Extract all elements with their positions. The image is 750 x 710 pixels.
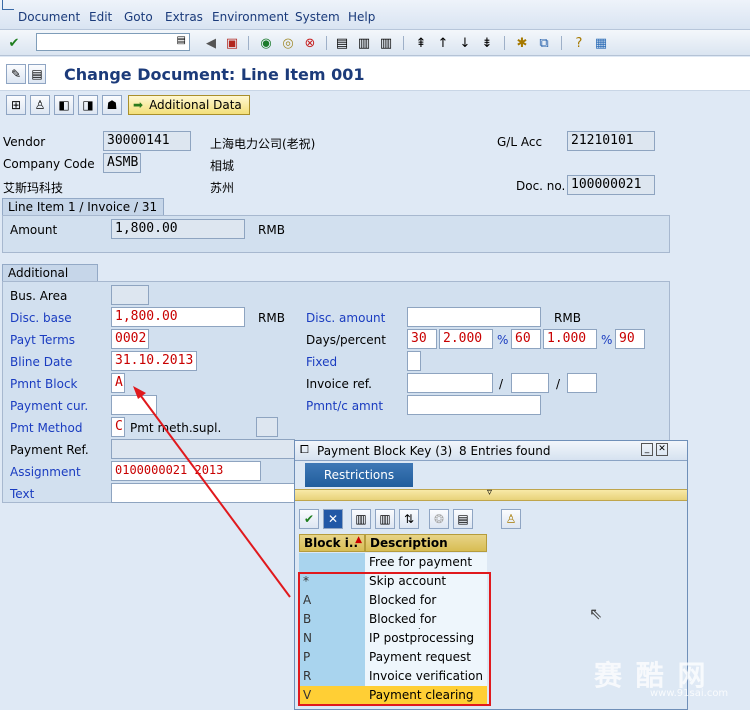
find-next-icon[interactable]: ▥: [375, 509, 395, 529]
list-item[interactable]: Free for payment: [299, 553, 487, 572]
popup-window-icon: ⧠: [300, 443, 309, 456]
column-header-block[interactable]: Block i.. ▲: [299, 534, 365, 552]
column-header-description[interactable]: Description: [365, 534, 487, 552]
collapse-icon[interactable]: ▿: [487, 487, 492, 498]
popup-title: Payment Block Key (3): [317, 444, 453, 458]
popup-toolbar: ✔ ✕ ▥ ▥ ⇅ ❂ ▤ ♙: [295, 507, 687, 531]
restrictions-tab[interactable]: Restrictions: [305, 463, 413, 487]
close-icon[interactable]: ✕: [656, 443, 668, 456]
confirm-icon[interactable]: ✔: [299, 509, 319, 529]
print-icon[interactable]: ▤: [453, 509, 473, 529]
mouse-cursor-icon: ⇖: [589, 604, 603, 623]
restrictions-collapse-bar[interactable]: ▿: [295, 487, 687, 501]
popup-title-bar: ⧠ Payment Block Key (3) 8 Entries found …: [295, 441, 687, 461]
sort-asc-icon: ▲: [355, 535, 362, 545]
highlight-box: [298, 572, 491, 706]
info-icon: ❂: [429, 509, 449, 529]
cancel-icon[interactable]: ✕: [323, 509, 343, 529]
sort-icon[interactable]: ⇅: [399, 509, 419, 529]
minimize-icon[interactable]: _: [641, 443, 653, 456]
watermark-url: www.91sai.com: [650, 688, 729, 699]
entries-found: 8 Entries found: [459, 444, 551, 458]
find-icon[interactable]: ▥: [351, 509, 371, 529]
user-settings-icon[interactable]: ♙: [501, 509, 521, 529]
